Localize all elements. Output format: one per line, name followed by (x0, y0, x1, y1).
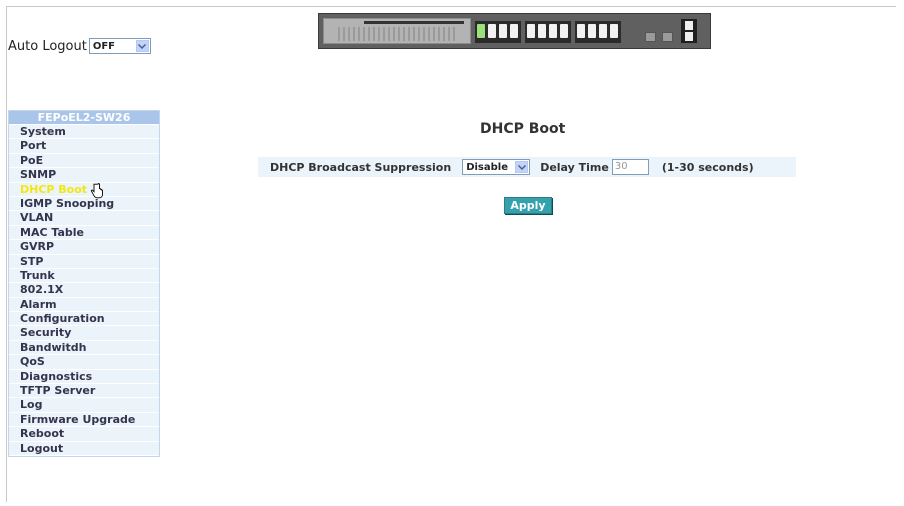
sidebar-item-label: Configuration (20, 312, 105, 326)
sidebar-item-configuration[interactable]: Configuration (9, 312, 159, 327)
sidebar-item-diagnostics[interactable]: Diagnostics (9, 369, 159, 385)
switch-label-strip (323, 18, 471, 44)
sidebar-item-label: Bandwitdh (20, 340, 87, 354)
sidebar-item-label: Firmware Upgrade (20, 412, 136, 426)
sidebar-item-gvrp[interactable]: GVRP (9, 240, 159, 255)
sidebar-item-log[interactable]: Log (9, 398, 159, 413)
port-group-icon (575, 21, 621, 43)
sidebar-item-dhcp-boot[interactable]: DHCP Boot (9, 182, 159, 198)
port-group-icon (475, 21, 521, 43)
sidebar-item-label: IGMP Snooping (20, 196, 115, 210)
delay-range-hint: (1-30 seconds) (661, 160, 754, 174)
sidebar-item-trunk[interactable]: Trunk (9, 268, 159, 284)
sidebar-item-vlan[interactable]: VLAN (9, 211, 159, 226)
sidebar-item-system[interactable]: System (9, 125, 159, 140)
sidebar-item-label: Port (20, 139, 47, 153)
sidebar-item-label: Reboot (20, 427, 65, 441)
sidebar-item-label: VLAN (20, 211, 54, 225)
sidebar-item-label: System (20, 125, 66, 138)
sidebar-item-reboot[interactable]: Reboot (9, 427, 159, 442)
chevron-down-icon (515, 161, 529, 173)
uplink-port-icon (681, 19, 697, 43)
sidebar-item-tftp-server[interactable]: TFTP Server (9, 384, 159, 399)
auto-logout-label: Auto Logout (8, 38, 87, 54)
suppression-value: Disable (466, 161, 508, 173)
sidebar-header: FEPoEL2-SW26 (9, 111, 159, 125)
switch-front-panel-image (318, 13, 711, 49)
page-title: DHCP Boot (480, 121, 566, 137)
auto-logout-value: OFF (92, 40, 115, 52)
sidebar-item-logout[interactable]: Logout (9, 442, 159, 456)
sidebar-item-label: Trunk (20, 268, 55, 282)
sidebar-item-802-1x[interactable]: 802.1X (9, 283, 159, 298)
sfp-port-icon (645, 32, 656, 42)
suppression-label: DHCP Broadcast Suppression (270, 160, 452, 174)
sidebar-item-alarm[interactable]: Alarm (9, 297, 159, 313)
sfp-port-icon (662, 32, 673, 42)
chevron-down-icon (135, 40, 149, 52)
sidebar-item-mac-table[interactable]: MAC Table (9, 225, 159, 241)
apply-button[interactable]: Apply (504, 197, 552, 214)
sidebar-item-port[interactable]: Port (9, 139, 159, 154)
sidebar-item-label: DHCP Boot (20, 182, 88, 196)
sidebar-item-security[interactable]: Security (9, 326, 159, 341)
sidebar-item-label: PoE (20, 153, 44, 167)
sidebar-item-qos[interactable]: QoS (9, 355, 159, 370)
auto-logout-select[interactable]: OFF (88, 38, 151, 54)
sidebar-item-label: Diagnostics (20, 369, 93, 383)
sidebar-item-label: STP (20, 254, 44, 268)
sidebar-item-snmp[interactable]: SNMP (9, 168, 159, 183)
sidebar-item-label: QoS (20, 355, 45, 369)
auto-logout: Auto Logout OFF (8, 38, 151, 54)
sidebar-item-label: Logout (20, 441, 64, 455)
sidebar-item-label: 802.1X (20, 283, 64, 297)
sidebar-menu: FEPoEL2-SW26 System Port PoE SNMP DHCP Boot I… (8, 110, 160, 457)
sidebar-item-igmp-snooping[interactable]: IGMP Snooping (9, 196, 159, 212)
sidebar-item-label: GVRP (20, 240, 55, 254)
port-group-icon (525, 21, 571, 43)
dhcp-settings-row: DHCP Broadcast Suppression Disable Delay… (258, 157, 796, 177)
sidebar-item-stp[interactable]: STP (9, 255, 159, 269)
sidebar-item-bandwitdh[interactable]: Bandwitdh (9, 340, 159, 356)
sidebar-item-label: Security (20, 326, 72, 340)
sidebar-item-firmware-upgrade[interactable]: Firmware Upgrade (9, 412, 159, 428)
sidebar-item-label: Alarm (20, 297, 57, 311)
delay-time-input[interactable]: 30 (611, 159, 649, 175)
sidebar-item-label: TFTP Server (20, 384, 96, 398)
delay-time-label: Delay Time (540, 160, 609, 174)
sidebar-item-label: MAC Table (20, 225, 84, 239)
sidebar-item-label: Log (20, 398, 43, 412)
sidebar-item-poe[interactable]: PoE (9, 153, 159, 169)
suppression-select[interactable]: Disable (462, 159, 531, 175)
sidebar-item-label: SNMP (20, 168, 57, 182)
